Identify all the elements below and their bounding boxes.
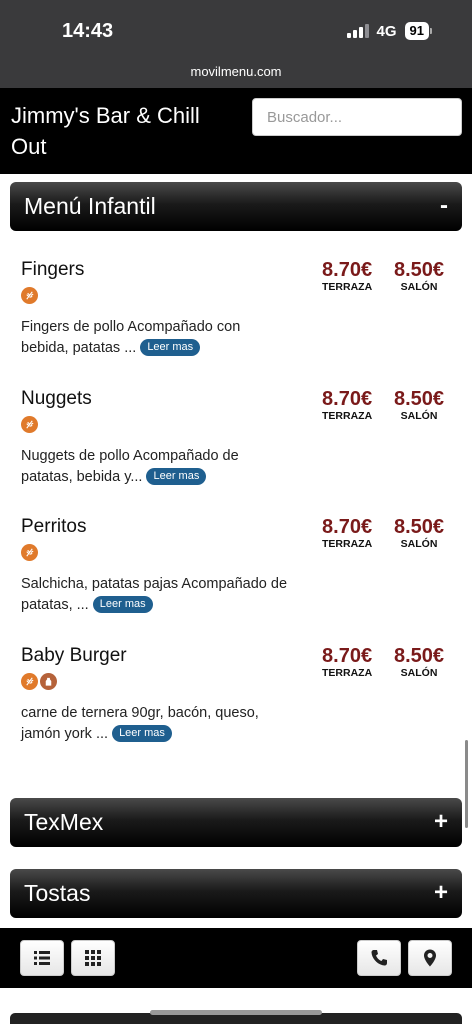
item-description: Fingers de pollo Acompañado con bebida, … [21,319,241,356]
price-label: SALÓN [400,667,438,679]
price-amount: 8.70€ [322,259,373,281]
menu-item[interactable]: Baby Burger carne de ternera 90gr, bacón… [0,645,472,773]
url-bar[interactable]: movilmenu.com [0,60,472,88]
gluten-icon [21,673,38,690]
battery-icon: 91 [404,22,432,40]
price-terrace: 8.70€ TERRAZA [322,516,372,550]
grid-view-button[interactable] [71,940,115,976]
price-amount: 8.50€ [394,645,445,667]
price-amount: 8.50€ [394,259,445,281]
read-more-button[interactable]: Leer mas [140,339,201,356]
menu-item[interactable]: Perritos Salchicha, patatas pajas Acompa… [0,516,472,644]
expand-toggle[interactable]: + [434,879,448,907]
bottom-toolbar [0,928,472,988]
allergen-badges [21,416,38,433]
menu-item[interactable]: Fingers Fingers de pollo Acompañado con … [0,259,472,387]
gluten-icon [21,416,38,433]
price-amount: 8.70€ [322,645,373,667]
list-icon [34,951,50,965]
gluten-icon [21,287,38,304]
price-terrace: 8.70€ TERRAZA [322,388,372,422]
menu-item[interactable]: Nuggets Nuggets de pollo Acompañado de p… [0,388,472,516]
menu-content: Menú Infantil - Fingers Fingers de pollo… [0,174,472,928]
price-label: SALÓN [400,281,438,293]
location-button[interactable] [408,940,452,976]
collapse-toggle[interactable]: - [440,192,448,220]
read-more-button[interactable]: Leer mas [146,468,207,485]
status-time: 14:43 [62,20,114,42]
list-view-button[interactable] [20,940,64,976]
price-amount: 8.50€ [394,516,445,538]
item-name[interactable]: Nuggets [21,388,92,410]
item-description: carne de ternera 90gr, bacón, queso, jam… [21,705,259,742]
section-title: TexMex [24,809,104,835]
section-title: Tostas [24,880,91,906]
price-label: SALÓN [400,538,438,550]
network-type: 4G [376,22,397,40]
phone-icon [371,950,387,966]
price-terrace: 8.70€ TERRAZA [322,259,372,293]
signal-icon [346,24,369,38]
price-amount: 8.70€ [322,388,373,410]
allergen-badges [21,673,57,690]
site-header: Jimmy's Bar & Chill Out [0,88,472,174]
expand-toggle[interactable]: + [434,808,448,836]
section-tostas[interactable]: Tostas + [10,869,462,918]
item-name[interactable]: Perritos [21,516,86,538]
price-label: TERRAZA [322,667,373,679]
read-more-button[interactable]: Leer mas [112,725,172,742]
price-salon: 8.50€ SALÓN [394,388,444,422]
price-label: TERRAZA [322,281,373,293]
search-input[interactable] [252,98,462,136]
section-texmex[interactable]: TexMex + [10,798,462,847]
price-salon: 8.50€ SALÓN [394,645,444,679]
battery-level: 91 [404,22,429,40]
price-label: TERRAZA [322,538,373,550]
call-button[interactable] [357,940,401,976]
price-amount: 8.70€ [322,516,373,538]
read-more-button[interactable]: Leer mas [92,596,153,613]
allergen-badges [21,544,38,561]
item-description: Nuggets de pollo Acompañado de patatas, … [21,448,239,485]
price-terrace: 8.70€ TERRAZA [322,645,372,679]
milk-icon [40,673,57,690]
price-label: TERRAZA [322,410,373,422]
gluten-icon [21,544,38,561]
item-description: Salchicha, patatas pajas Acompañado de p… [21,576,288,613]
allergen-badges [21,287,38,304]
scrollbar[interactable] [465,740,468,828]
site-title[interactable]: Jimmy's Bar & Chill Out [11,100,241,162]
price-amount: 8.50€ [394,388,445,410]
price-salon: 8.50€ SALÓN [394,516,444,550]
grid-icon [85,950,101,966]
item-name[interactable]: Baby Burger [21,645,127,667]
price-salon: 8.50€ SALÓN [394,259,444,293]
home-indicator[interactable] [150,1010,322,1015]
item-name[interactable]: Fingers [21,259,84,281]
status-indicators: 4G 91 [346,22,432,40]
section-title: Menú Infantil [24,193,156,219]
price-label: SALÓN [400,410,438,422]
section-menu-infantil[interactable]: Menú Infantil - [10,182,462,231]
location-pin-icon [424,949,436,967]
status-bar: 14:43 4G 91 [0,0,472,60]
